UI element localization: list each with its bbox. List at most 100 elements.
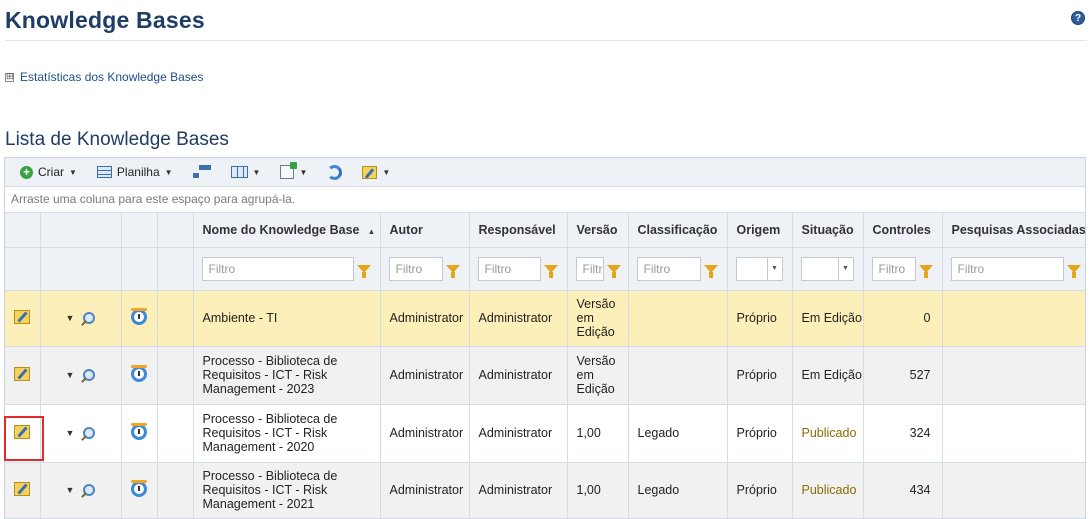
empty-cell: [157, 404, 194, 463]
filter-cell: Filtro: [567, 247, 629, 291]
table-row[interactable]: ▼ Ambiente - TI Administrator Administra…: [5, 290, 1085, 347]
chevron-down-icon: ▼: [69, 167, 77, 177]
chevron-down-icon[interactable]: ▼: [66, 426, 75, 440]
clock-icon[interactable]: [131, 422, 147, 440]
empty-cell: [157, 346, 194, 405]
cell-version: 1,00: [567, 462, 629, 519]
column-header-author[interactable]: Autor: [380, 213, 470, 248]
export-button[interactable]: ▼: [280, 162, 308, 179]
help-icon[interactable]: ?: [1071, 11, 1085, 25]
bulk-edit-button[interactable]: ▼: [362, 165, 390, 179]
classification-filter-input[interactable]: Filtro: [636, 256, 701, 281]
actions-cell: ▼: [40, 346, 122, 405]
chevron-down-icon: ▼: [252, 167, 261, 177]
cell-controls: 0: [863, 290, 943, 347]
filter-icon[interactable]: [1066, 264, 1081, 278]
refresh-button[interactable]: [327, 164, 343, 180]
cell-name: Processo - Biblioteca de Requisitos - IC…: [193, 346, 381, 405]
filter-icon[interactable]: [606, 264, 621, 278]
filter-cell: Filtro: [863, 247, 943, 291]
clock-icon[interactable]: [131, 479, 147, 497]
cell-origin: Próprio: [727, 404, 793, 463]
cell-classification: Legado: [628, 404, 728, 463]
controls-filter-input[interactable]: Filtro: [871, 256, 916, 281]
table-row[interactable]: ▼ Processo - Biblioteca de Requisitos - …: [5, 462, 1085, 519]
edit-cell: [5, 290, 41, 347]
owner-filter-input[interactable]: Filtro: [477, 256, 541, 281]
cell-surveys: [942, 346, 1085, 405]
create-button[interactable]: + Criar ▼: [20, 165, 77, 179]
origin-filter-select[interactable]: ▼: [735, 256, 783, 281]
cell-controls: 434: [863, 462, 943, 519]
hierarchy-button[interactable]: [192, 165, 211, 179]
statistics-link[interactable]: Estatísticas dos Knowledge Bases: [20, 70, 203, 84]
cell-classification: [628, 346, 728, 405]
columns-icon: [230, 166, 248, 178]
column-header-status[interactable]: Situação: [792, 213, 864, 248]
edit-icon: [362, 165, 378, 179]
surveys-filter-input[interactable]: Filtro: [950, 256, 1064, 281]
table-row[interactable]: ▼ Processo - Biblioteca de Requisitos - …: [5, 404, 1085, 463]
column-header-controls[interactable]: Controles: [863, 213, 943, 248]
column-header-classification[interactable]: Classificação: [628, 213, 728, 248]
spreadsheet-button[interactable]: Planilha ▼: [96, 165, 173, 179]
column-header-name[interactable]: Nome do Knowledge Base ▲: [193, 213, 381, 248]
cell-origin: Próprio: [727, 290, 793, 347]
status-filter-select[interactable]: ▼: [800, 256, 854, 281]
cell-status: Em Edição: [792, 290, 864, 347]
author-filter-input[interactable]: Filtro: [388, 256, 443, 281]
edit-icon[interactable]: [14, 481, 31, 496]
history-cell: [121, 462, 158, 519]
chevron-down-icon[interactable]: ▼: [66, 483, 75, 497]
column-header-owner[interactable]: Responsável: [469, 213, 568, 248]
magnifier-icon[interactable]: [83, 369, 96, 382]
filter-icon[interactable]: [918, 264, 933, 278]
magnifier-icon[interactable]: [83, 312, 96, 325]
group-by-drop-area[interactable]: Arraste uma coluna para este espaço para…: [5, 187, 1085, 213]
cell-name: Ambiente - TI: [193, 290, 381, 347]
filter-icon[interactable]: [543, 264, 558, 278]
sort-ascending-icon: ▲: [367, 226, 376, 236]
grid-table: Nome do Knowledge Base ▲ Autor Responsáve…: [5, 213, 1085, 519]
magnifier-icon[interactable]: [83, 427, 96, 440]
column-header-version[interactable]: Versão: [567, 213, 629, 248]
columns-button[interactable]: ▼: [230, 166, 261, 178]
version-filter-input[interactable]: Filtro: [575, 256, 604, 281]
edit-cell: [5, 462, 41, 519]
table-row[interactable]: ▼ Processo - Biblioteca de Requisitos - …: [5, 346, 1085, 405]
column-header-origin[interactable]: Origem: [727, 213, 793, 248]
title-divider: [5, 40, 1087, 41]
clock-icon[interactable]: [131, 364, 147, 382]
magnifier-icon[interactable]: [83, 484, 96, 497]
spreadsheet-icon: [96, 166, 112, 178]
empty-cell: [157, 290, 194, 347]
statistics-toggle[interactable]: ⊞ Estatísticas dos Knowledge Bases: [5, 70, 203, 84]
cell-controls: 527: [863, 346, 943, 405]
expand-icon: ⊞: [5, 71, 14, 82]
cell-author: Administrator: [380, 290, 470, 347]
cell-surveys: [942, 404, 1085, 463]
filter-cell: [121, 247, 158, 291]
filter-cell: [157, 247, 194, 291]
cell-controls: 324: [863, 404, 943, 463]
chevron-down-icon[interactable]: ▼: [66, 311, 75, 325]
cell-author: Administrator: [380, 346, 470, 405]
cell-author: Administrator: [380, 462, 470, 519]
clock-icon[interactable]: [131, 307, 147, 325]
chevron-down-icon: ▼: [164, 167, 173, 177]
column-header-surveys[interactable]: Pesquisas Associadas: [942, 213, 1085, 248]
filter-icon[interactable]: [445, 264, 460, 278]
edit-cell: [5, 346, 41, 405]
filter-icon[interactable]: [703, 264, 718, 278]
edit-icon[interactable]: [14, 366, 31, 381]
cell-name: Processo - Biblioteca de Requisitos - IC…: [193, 404, 381, 463]
edit-cell: [5, 404, 41, 463]
filter-cell: [5, 247, 41, 291]
edit-icon[interactable]: [14, 424, 31, 439]
edit-icon[interactable]: [14, 309, 31, 324]
cell-status: Publicado: [792, 462, 864, 519]
chevron-down-icon[interactable]: ▼: [66, 368, 75, 382]
chevron-down-icon: ▼: [299, 167, 308, 177]
filter-icon[interactable]: [356, 264, 371, 278]
name-filter-input[interactable]: Filtro: [201, 256, 354, 281]
